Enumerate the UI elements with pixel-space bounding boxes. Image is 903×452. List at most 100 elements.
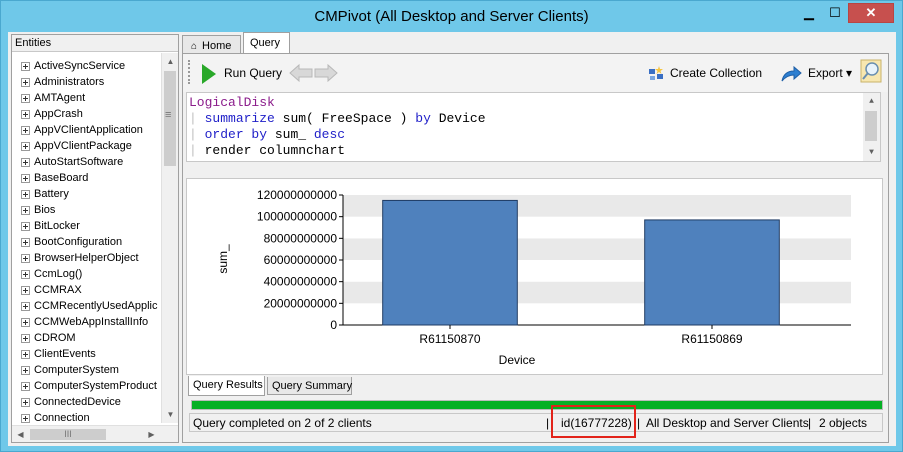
editor-scroll-up-icon[interactable]: ▲: [863, 93, 880, 110]
tree-item-label: ComputerSystem: [34, 364, 119, 376]
tab-query-summary[interactable]: Query Summary: [267, 377, 352, 395]
expand-icon[interactable]: [21, 286, 30, 295]
expand-icon[interactable]: [21, 142, 30, 151]
tree-item-label: BitLocker: [34, 220, 80, 232]
tree-item[interactable]: Bios: [12, 202, 161, 218]
code-keyword: render: [204, 143, 252, 158]
expand-icon[interactable]: [21, 414, 30, 423]
tab-query-results[interactable]: Query Results: [188, 376, 265, 396]
expand-icon[interactable]: [21, 270, 30, 279]
tree-item[interactable]: AppVClientApplication: [12, 122, 161, 138]
scroll-up-icon[interactable]: ▲: [162, 53, 179, 70]
entities-horizontal-scrollbar[interactable]: ◀ III ▶: [12, 425, 178, 442]
tree-item-label: Bios: [34, 204, 56, 216]
expand-icon[interactable]: [21, 382, 30, 391]
close-button[interactable]: ✕: [848, 3, 894, 23]
tree-item[interactable]: ComputerSystemProduct: [12, 378, 161, 394]
tree-item[interactable]: ActiveSyncService: [12, 58, 161, 74]
column-chart: 0 20000000000 40000000000 60000000000 800000…: [216, 188, 851, 367]
tree-item[interactable]: BaseBoard: [12, 170, 161, 186]
maximize-button[interactable]: ☐: [822, 3, 848, 23]
tree-item[interactable]: CCMRecentlyUsedApplic: [12, 298, 161, 314]
status-text: Query completed on 2 of 2 clients: [193, 416, 372, 430]
tree-item[interactable]: ComputerSystem: [12, 362, 161, 378]
search-icon[interactable]: [860, 59, 882, 83]
expand-icon[interactable]: [21, 78, 30, 87]
expand-icon[interactable]: [21, 238, 30, 247]
code-text: sum_: [267, 127, 314, 142]
expand-icon[interactable]: [21, 62, 30, 71]
entities-vertical-scrollbar[interactable]: ▲ ▼: [161, 53, 178, 423]
tree-item[interactable]: AutoStartSoftware: [12, 154, 161, 170]
status-id: id(16777228): [561, 416, 632, 430]
tab-query[interactable]: Query: [243, 32, 290, 54]
scroll-left-icon[interactable]: ◀: [12, 426, 29, 443]
scroll-thumb[interactable]: [164, 71, 176, 166]
toolbar-grip: [188, 60, 191, 84]
tree-item[interactable]: ClientEvents: [12, 346, 161, 362]
tree-item[interactable]: CcmLog(): [12, 266, 161, 282]
scroll-down-icon[interactable]: ▼: [162, 406, 179, 423]
title-bar[interactable]: CMPivot (All Desktop and Server Clients)…: [1, 1, 902, 33]
scroll-right-icon[interactable]: ▶: [143, 426, 160, 443]
expand-icon[interactable]: [21, 302, 30, 311]
create-collection-button[interactable]: Create Collection: [648, 63, 762, 83]
expand-icon[interactable]: [21, 398, 30, 407]
expand-icon[interactable]: [21, 350, 30, 359]
expand-icon[interactable]: [21, 206, 30, 215]
minimize-button[interactable]: ▁: [796, 3, 822, 23]
expand-icon[interactable]: [21, 94, 30, 103]
tree-item[interactable]: Administrators: [12, 74, 161, 90]
export-button[interactable]: Export ▾: [780, 63, 852, 83]
tree-item-label: AppCrash: [34, 108, 83, 120]
tree-item[interactable]: CCMWebAppInstallInfo: [12, 314, 161, 330]
expand-icon[interactable]: [21, 366, 30, 375]
status-bar: Query completed on 2 of 2 clients | id(1…: [189, 413, 883, 432]
forward-arrow-icon[interactable]: [314, 64, 338, 82]
y-tick-label: 100000000000: [257, 210, 337, 224]
tree-item[interactable]: Connection: [12, 410, 161, 423]
expand-icon[interactable]: [21, 126, 30, 135]
tree-item-label: CCMRAX: [34, 284, 82, 296]
tree-item[interactable]: BootConfiguration: [12, 234, 161, 250]
editor-scrollbar[interactable]: ▲ ▼: [863, 93, 880, 161]
tree-item[interactable]: ConnectedDevice: [12, 394, 161, 410]
expand-icon[interactable]: [21, 174, 30, 183]
toolbar: Run Query Create Collection Export ▾: [183, 54, 888, 92]
tab-home[interactable]: ⌂ Home: [182, 35, 241, 54]
expand-icon[interactable]: [21, 110, 30, 119]
code-text: sum( FreeSpace ): [274, 111, 416, 126]
expand-icon[interactable]: [21, 190, 30, 199]
tree-item[interactable]: BrowserHelperObject: [12, 250, 161, 266]
horizontal-scroll-thumb[interactable]: III: [30, 429, 106, 440]
tree-item[interactable]: Battery: [12, 186, 161, 202]
bar[interactable]: [644, 219, 780, 326]
code-line-2: | summarize sum( FreeSpace ) by Device: [189, 111, 486, 127]
code-keyword: desc: [313, 127, 346, 142]
editor-scroll-thumb[interactable]: [865, 111, 877, 141]
run-query-button[interactable]: Run Query: [202, 63, 282, 84]
x-tick-label: R61150870: [419, 332, 480, 346]
tree-item[interactable]: AppCrash: [12, 106, 161, 122]
bar[interactable]: [382, 199, 518, 326]
y-tick-label: 40000000000: [264, 275, 338, 289]
expand-icon[interactable]: [21, 334, 30, 343]
expand-icon[interactable]: [21, 158, 30, 167]
tree-item[interactable]: AMTAgent: [12, 90, 161, 106]
expand-icon[interactable]: [21, 222, 30, 231]
editor-scroll-down-icon[interactable]: ▼: [863, 144, 880, 161]
back-arrow-icon[interactable]: [289, 64, 313, 82]
play-icon: [202, 63, 216, 84]
y-axis-label: sum_: [216, 244, 230, 274]
client-area: Entities ActiveSyncService Administrators…: [8, 32, 896, 446]
expand-icon[interactable]: [21, 318, 30, 327]
tree-item[interactable]: BitLocker: [12, 218, 161, 234]
tree-item[interactable]: CDROM: [12, 330, 161, 346]
tree-item[interactable]: AppVClientPackage: [12, 138, 161, 154]
query-editor[interactable]: LogicalDisk | summarize sum( FreeSpace )…: [186, 92, 881, 162]
entities-panel: Entities ActiveSyncService Administrators…: [11, 34, 179, 443]
tree-item-label: CCMRecentlyUsedApplic: [34, 300, 158, 312]
expand-icon[interactable]: [21, 254, 30, 263]
window-title: CMPivot (All Desktop and Server Clients): [314, 8, 589, 25]
tree-item[interactable]: CCMRAX: [12, 282, 161, 298]
